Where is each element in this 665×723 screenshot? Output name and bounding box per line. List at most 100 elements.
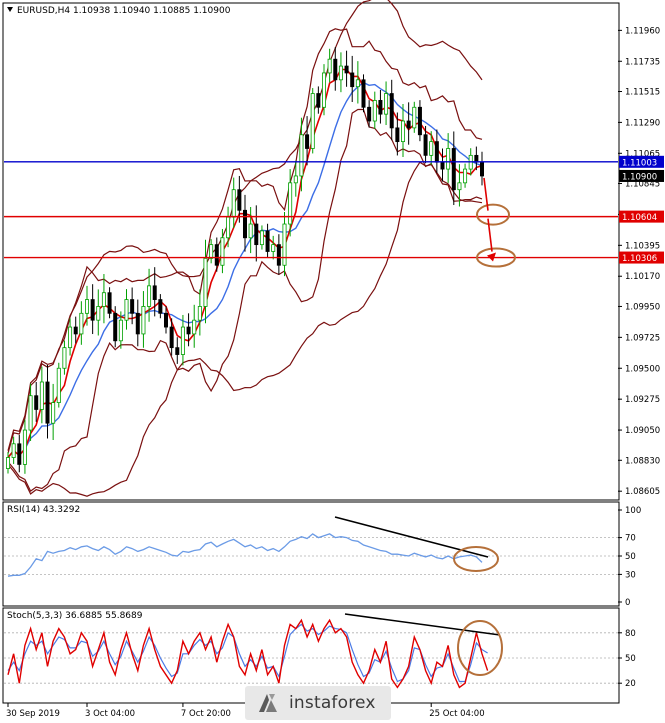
x-tick-label: 7 Oct 20:00 [181,709,231,719]
candle-body [45,381,50,424]
y-tick-label: 1.09050 [625,426,660,436]
level-price-label: 1.10604 [622,213,657,223]
ma-fast-line [7,68,483,459]
level-price-label: 1.10306 [622,254,657,264]
candle-body [293,175,298,184]
candle-body [79,312,84,335]
candle-body [124,299,129,321]
level-price-label: 1.11003 [622,158,657,168]
y-tick-label: 1.10395 [625,241,660,251]
rsi-series [7,533,483,577]
candle-body [237,189,242,211]
candles [6,47,484,474]
candle-body [203,257,208,307]
candle-body [288,182,293,225]
candle-body [327,58,332,74]
candle-body [175,347,180,355]
candle-body [395,127,400,143]
candle-body [429,141,434,156]
candle-body [130,299,135,314]
rsi-divergence-line [334,516,489,558]
y-tick-label: 1.09500 [625,364,660,374]
panel-collapse-icon [7,7,13,12]
price-levels [4,161,618,259]
candle-body [180,326,185,355]
rsi-y-axis: 100 70 50 30 0 [618,506,641,608]
candle-body [85,299,90,314]
candle-body [248,223,253,239]
candle-body [28,395,33,431]
candle-body [271,244,276,252]
y-tick-label: 1.11290 [625,118,660,128]
candle-body [259,230,264,246]
candle-body [186,326,191,335]
candle-body [39,381,44,410]
rsi-highlight-ellipse [453,546,499,572]
y-tick-label: 1.11960 [625,26,660,36]
candle-body [417,106,422,136]
candle-body [299,134,304,177]
stoch-divergence-line [344,613,501,636]
candle-body [231,189,236,218]
candle-body [350,72,355,88]
candle-body [22,429,27,465]
candle-body [90,299,95,321]
candle-body [51,402,56,424]
candle-body [197,306,202,321]
candle-body [68,326,73,349]
moving-averages [7,68,483,459]
rsi-title: RSI(14) 43.3292 [7,505,80,515]
bollinger-inner-lower [7,108,483,493]
x-tick-label: 30 Sep 2019 [6,709,60,719]
stoch-tick-label: 20 [625,679,636,689]
candle-body [107,292,112,314]
rsi-line [7,533,483,577]
stoch-tick-label: 50 [625,654,636,664]
candle-body [457,182,462,191]
candle-body [73,326,78,335]
rsi-tick-label: 30 [625,570,636,580]
candle-body [463,168,468,184]
y-tick-label: 1.09275 [625,395,660,405]
candle-body [17,443,22,465]
candle-body [209,244,214,259]
y-tick-label: 1.11515 [625,87,660,97]
y-tick-label: 1.08830 [625,456,660,466]
candle-body [220,237,225,266]
stoch-series [7,618,489,689]
candle-body [406,120,411,129]
candle-body [113,312,118,342]
y-tick-label: 1.09950 [625,302,660,312]
stoch-signal-line [7,623,488,683]
ma-slow-line [7,81,483,458]
candle-body [152,285,157,300]
candle-body [372,100,377,122]
candle-body [118,319,123,342]
candle-body [310,93,315,149]
rsi-guides [4,537,618,575]
candle-body [305,134,310,149]
candle-body [242,209,247,239]
rsi-tick-label: 70 [625,534,636,544]
candle-body [101,292,106,307]
candle-body [400,120,405,143]
candle-body [423,134,428,156]
y-tick-label: 1.08605 [625,487,660,497]
candle-body [361,79,366,108]
stoch-main-line [7,618,489,689]
candle-body [169,326,174,349]
rsi-tick-label: 100 [625,506,641,516]
candle-body [265,230,270,252]
candle-body [147,285,152,307]
rsi-panel-frame [2,501,620,607]
candle-body [446,148,451,170]
instaforex-watermark: instaforex [245,686,391,720]
candle-body [11,443,16,458]
y-tick-label: 1.11735 [625,57,660,67]
y-tick-label: 1.09725 [625,333,660,343]
stoch-title: Stoch(5,3,3) 36.6885 55.8689 [7,611,143,621]
candle-body [321,72,326,108]
candle-body [96,306,101,321]
candle-body [141,306,146,335]
last-price-label: 1.10900 [622,172,657,182]
